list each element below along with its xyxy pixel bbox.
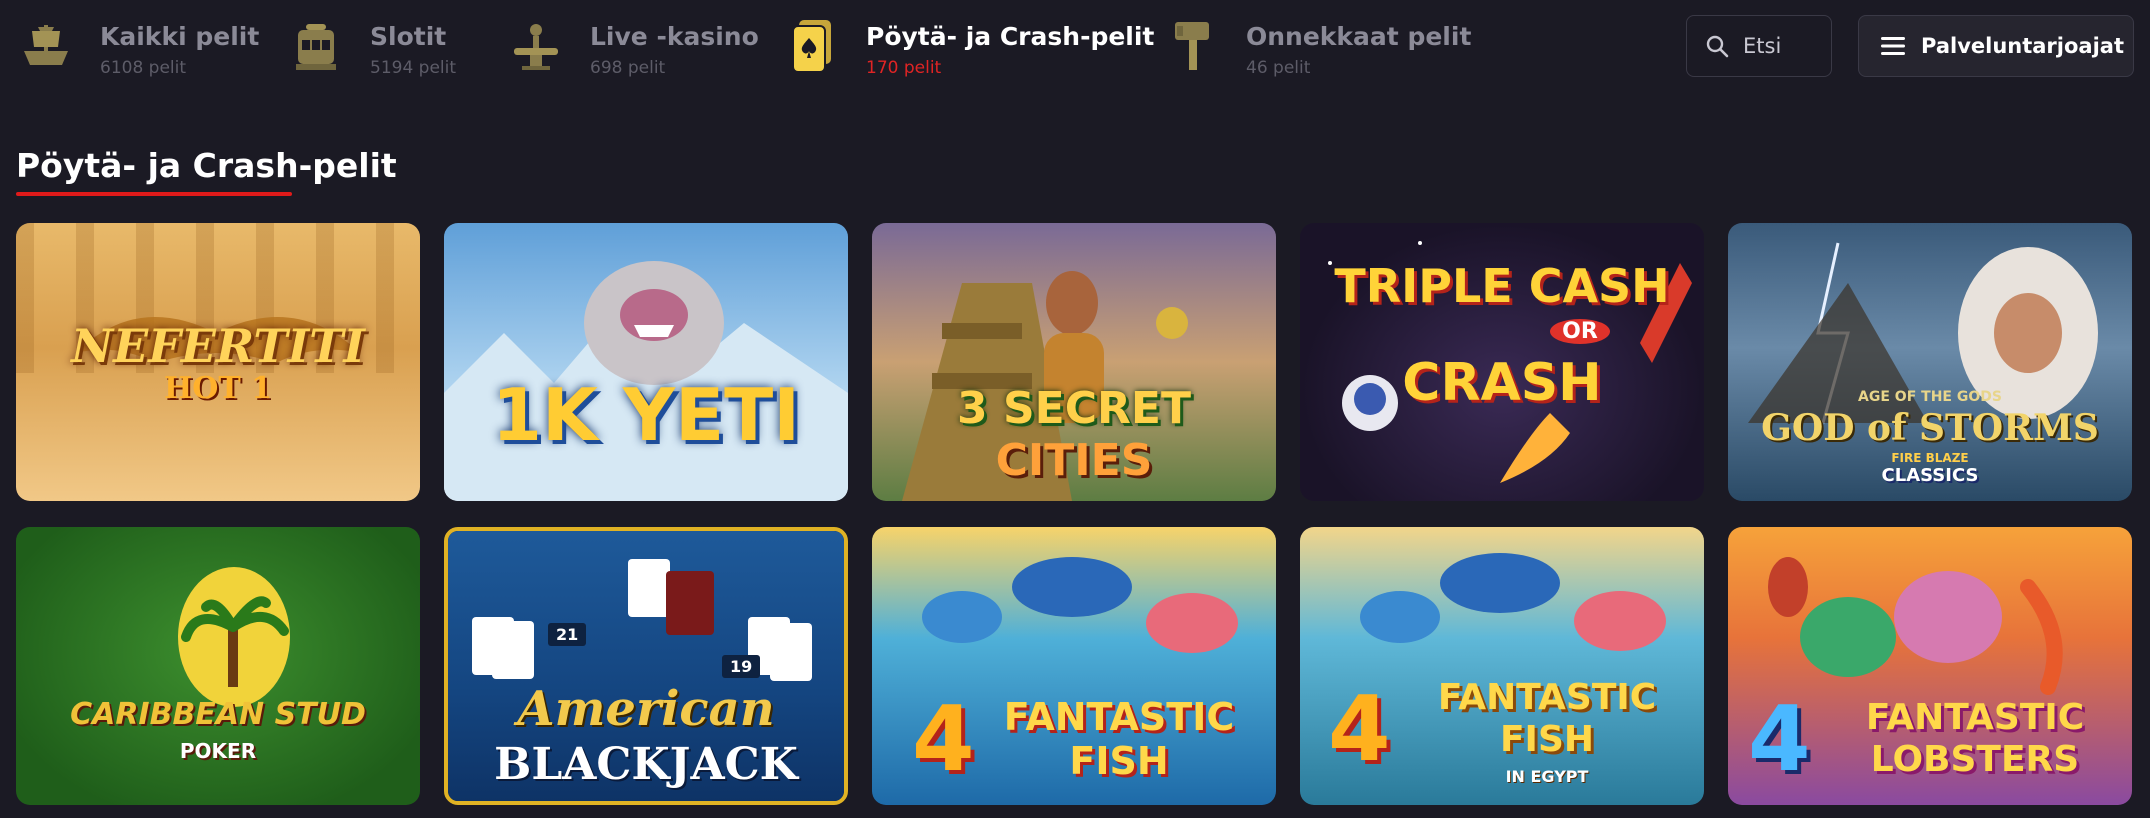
category-label: Slotit	[370, 22, 447, 51]
game-logo-sub: HOT 1	[163, 371, 273, 406]
game-tile-4-fantastic-lobsters[interactable]: 4 FANTASTIC LOBSTERS	[1728, 527, 2132, 805]
game-logo-sub: CITIES	[995, 435, 1153, 486]
game-logo: 3 SECRET	[957, 383, 1191, 434]
card-value-left: 21	[548, 623, 587, 646]
game-tile-triple-cash-or-crash[interactable]: TRIPLE CASH OR CRASH	[1300, 223, 1704, 501]
game-logo: GOD of STORMS	[1761, 407, 2099, 449]
game-logo-sub2: CLASSICS	[1881, 465, 1979, 486]
category-label: Onnekkaat pelit	[1246, 22, 1472, 51]
slot-machine-icon	[284, 14, 348, 78]
game-art-yeti	[444, 261, 848, 501]
search-input[interactable]	[1741, 33, 1825, 59]
game-logo: 1K YETI	[491, 373, 801, 457]
game-logo: FANTASTIC	[1003, 695, 1235, 739]
category-table-crash-games[interactable]: Pöytä- ja Crash-pelit 170 pelit	[780, 14, 1154, 88]
category-label: Kaikki pelit	[100, 22, 260, 51]
dealer-table-icon	[504, 14, 568, 78]
category-label: Pöytä- ja Crash-pelit	[866, 22, 1155, 51]
menu-icon	[1881, 37, 1905, 55]
game-logo: NEFERTITI	[71, 319, 365, 373]
game-logo-or: OR	[1550, 319, 1610, 344]
game-logo: CARIBBEAN STUD	[70, 697, 366, 732]
game-logo-sub: BLACKJACK	[494, 739, 798, 790]
page-title: Pöytä- ja Crash-pelit	[16, 146, 397, 185]
game-logo-sub: LOBSTERS	[1870, 739, 2080, 780]
game-logo-number: 4	[1328, 677, 1391, 782]
game-logo: American	[517, 681, 775, 737]
game-tile-god-of-storms[interactable]: AGE OF THE GODS GOD of STORMS FIRE BLAZE…	[1728, 223, 2132, 501]
category-live-casino[interactable]: Live -kasino 698 pelit	[504, 14, 759, 88]
game-tile-3-secret-cities[interactable]: 3 SECRET CITIES	[872, 223, 1276, 501]
category-count: 5194 pelit	[370, 58, 457, 78]
category-label: Live -kasino	[590, 22, 759, 51]
providers-button[interactable]: Palveluntarjoajat	[1858, 15, 2134, 77]
search-icon	[1706, 35, 1729, 58]
game-logo-sub: FISH	[1499, 719, 1595, 760]
game-tile-4-fantastic-fish[interactable]: 4 FANTASTIC FISH	[872, 527, 1276, 805]
category-slots[interactable]: Slotit 5194 pelit	[284, 14, 456, 88]
game-logo-sub2: IN EGYPT	[1505, 767, 1589, 786]
category-count: 6108 pelit	[100, 58, 187, 78]
game-logo: FANTASTIC	[1865, 697, 2085, 738]
game-tile-caribbean-stud-poker[interactable]: CARIBBEAN STUD POKER	[16, 527, 420, 805]
game-logo: TRIPLE CASH	[1334, 259, 1670, 313]
game-logo-top: AGE OF THE GODS	[1858, 389, 2002, 405]
game-logo: FANTASTIC	[1437, 677, 1657, 718]
game-art-palm	[178, 567, 290, 707]
category-count: 170 pelit	[866, 58, 942, 78]
category-lucky-games[interactable]: Onnekkaat pelit 46 pelit	[1160, 14, 1471, 88]
category-all-games[interactable]: Kaikki pelit 6108 pelit	[14, 14, 259, 88]
game-tile-american-blackjack[interactable]: 21 19 American BLACKJACK	[444, 527, 848, 805]
game-logo-sub: FISH	[1069, 739, 1169, 783]
hammer-icon	[1160, 14, 1224, 78]
game-tile-1k-yeti[interactable]: 1K YETI	[444, 223, 848, 501]
game-tile-nefertiti[interactable]: NEFERTITI HOT 1	[16, 223, 420, 501]
providers-label: Palveluntarjoajat	[1921, 34, 2124, 58]
category-count: 46 pelit	[1246, 58, 1311, 78]
category-nav: Kaikki pelit 6108 pelit Slotit 5194 peli…	[0, 0, 2150, 100]
category-count: 698 pelit	[590, 58, 666, 78]
search-box[interactable]	[1686, 15, 1832, 77]
title-underline	[16, 192, 292, 196]
game-logo-number: 4	[1748, 687, 1811, 792]
playing-card-icon	[780, 14, 844, 78]
card-value-right: 19	[722, 655, 761, 678]
game-logo-sub: FIRE BLAZE	[1891, 451, 1969, 465]
ship-icon	[14, 14, 78, 78]
game-logo-sub: CRASH	[1402, 353, 1602, 413]
game-logo-sub: POKER	[179, 739, 257, 763]
game-tile-4-fantastic-fish-in-egypt[interactable]: 4 FANTASTIC FISH IN EGYPT	[1300, 527, 1704, 805]
